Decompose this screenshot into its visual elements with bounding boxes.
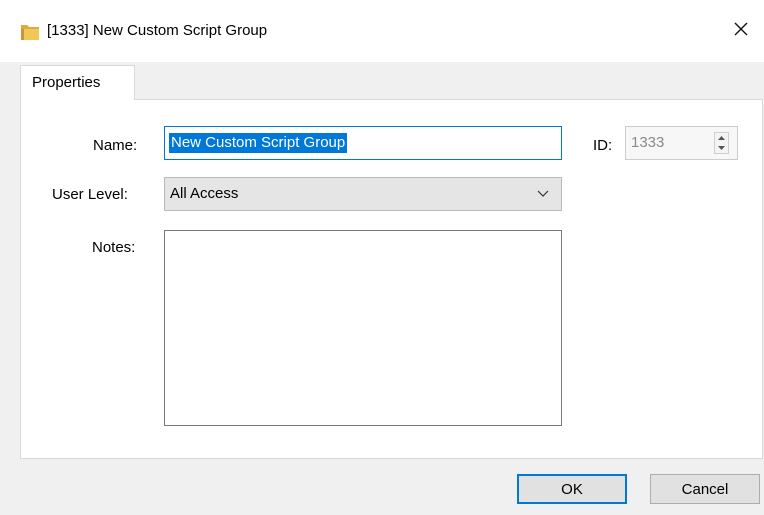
name-field[interactable]: New Custom Script Group <box>164 126 562 160</box>
notes-textarea[interactable] <box>164 230 562 426</box>
arrow-up-icon <box>718 136 725 140</box>
user-level-select[interactable]: All Access <box>164 177 562 211</box>
ok-button[interactable]: OK <box>517 474 627 504</box>
chevron-down-icon <box>537 190 549 197</box>
cancel-button[interactable]: Cancel <box>650 474 760 504</box>
arrow-down-icon <box>718 146 725 150</box>
tab-properties[interactable]: Properties <box>20 65 135 100</box>
name-value: New Custom Script Group <box>169 133 348 153</box>
spin-up-button[interactable] <box>715 133 728 143</box>
user-level-value: All Access <box>170 185 239 202</box>
title-bar: [1333] New Custom Script Group <box>0 0 764 62</box>
name-label: Name: <box>93 137 138 154</box>
id-label: ID: <box>593 137 613 154</box>
close-icon <box>734 22 748 36</box>
notes-label: Notes: <box>92 239 136 256</box>
close-button[interactable] <box>718 10 764 48</box>
folder-icon <box>21 25 39 40</box>
id-value: 1333 <box>631 134 665 151</box>
id-spinner[interactable] <box>714 132 729 154</box>
spin-down-button[interactable] <box>715 143 728 153</box>
tab-label: Properties <box>32 74 101 91</box>
id-stepper[interactable]: 1333 <box>625 126 738 160</box>
window-title: [1333] New Custom Script Group <box>47 22 268 39</box>
user-level-label: User Level: <box>52 186 128 203</box>
